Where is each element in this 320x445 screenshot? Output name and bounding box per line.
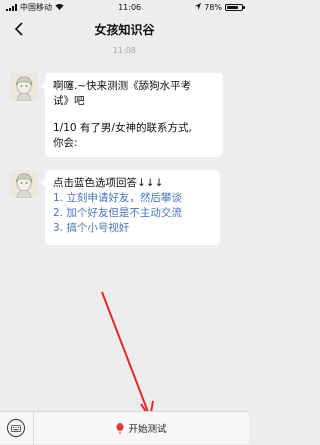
chat-message: 点击蓝色选项回答↓↓↓ 1. 立刻申请好友，然后攀谈 2. 加个好友但是不主动交… bbox=[10, 170, 220, 245]
back-arrow-icon[interactable] bbox=[10, 21, 26, 37]
message-bubble: 啊噻.~快来测测《舔狗水平考 试》吧 1/10 有了男/女神的联系方式, 你会: bbox=[41, 73, 223, 157]
message-text: 啊噻.~快来测测《舔狗水平考 bbox=[53, 80, 192, 92]
battery-fill bbox=[227, 5, 238, 9]
message-timestamp: 11:08 bbox=[112, 46, 137, 55]
message-text: 试》吧 bbox=[53, 95, 85, 107]
battery-text: 78% bbox=[204, 2, 222, 12]
start-test-button[interactable]: 开始测试 bbox=[34, 421, 249, 435]
status-left: 中国移动 bbox=[6, 2, 64, 13]
keyboard-icon[interactable] bbox=[7, 419, 25, 437]
status-time: 11:06 bbox=[118, 2, 142, 12]
message-bubble: 点击蓝色选项回答↓↓↓ 1. 立刻申请好友，然后攀谈 2. 加个好友但是不主动交… bbox=[41, 170, 220, 245]
message-text: 你会: bbox=[53, 137, 78, 149]
avatar[interactable] bbox=[10, 170, 38, 198]
quiz-prompt: 点击蓝色选项回答↓↓↓ bbox=[53, 177, 164, 189]
signal-icon bbox=[6, 3, 17, 11]
start-test-label: 开始测试 bbox=[128, 424, 167, 435]
chat-title: 女孩知识谷 bbox=[94, 22, 155, 37]
avatar[interactable] bbox=[10, 73, 38, 101]
message-text: 1/10 有了男/女神的联系方式, bbox=[53, 122, 192, 134]
status-bar: 中国移动 11:06 78% bbox=[0, 0, 249, 14]
chat-message: 啊噻.~快来测测《舔狗水平考 试》吧 1/10 有了男/女神的联系方式, 你会: bbox=[10, 73, 223, 157]
quiz-option-1[interactable]: 1. 立刻申请好友，然后攀谈 bbox=[53, 191, 212, 206]
wifi-icon bbox=[55, 3, 64, 12]
bottom-bar: 开始测试 bbox=[0, 411, 249, 445]
status-right: 78% bbox=[195, 2, 245, 12]
location-icon bbox=[195, 2, 202, 12]
quiz-option-3[interactable]: 3. 搞个小号视奸 bbox=[53, 221, 212, 236]
nav-bar: 女孩知识谷 bbox=[0, 14, 249, 44]
carrier-name: 中国移动 bbox=[20, 2, 52, 12]
battery-icon bbox=[225, 3, 245, 11]
quiz-option-2[interactable]: 2. 加个好友但是不主动交流 bbox=[53, 206, 212, 221]
balloon-icon bbox=[116, 422, 124, 434]
